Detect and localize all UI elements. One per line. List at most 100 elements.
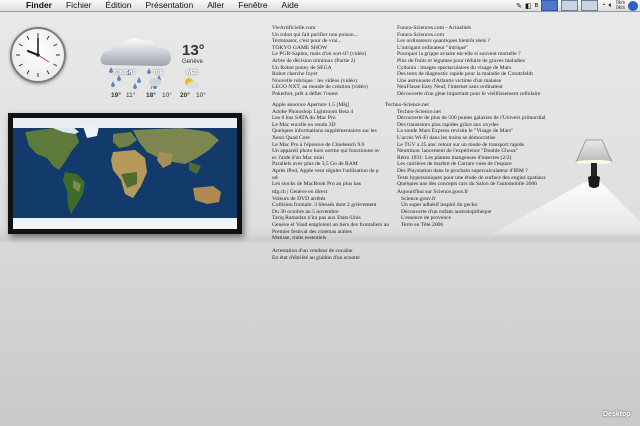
list-item[interactable]: VieArtificielle.com	[272, 25, 368, 32]
list-item[interactable]: Des transistors plus rapides grâce aux o…	[385, 122, 546, 129]
menu-extras: ✎ ◧ ʙ ◔ 🔈︎ 0k/s 0k/s	[516, 0, 638, 11]
list-item[interactable]: Collision frontale: 3 blessés dont 2 gri…	[272, 202, 389, 209]
network-activity-icon[interactable]: 0k/s 0k/s	[615, 0, 625, 11]
current-temperature: 13°	[182, 42, 205, 59]
network-tx: 0k/s	[615, 4, 625, 11]
list-item[interactable]: L'accès Wi-Fi dans les trains se démocra…	[385, 135, 546, 142]
menu-aide[interactable]: Aide	[275, 0, 306, 11]
list-item[interactable]: Parallels avec plus de 3,5 Go de RAM	[272, 161, 380, 168]
list-item[interactable]: Apple annonce Aperture 1.5 [Màj]	[272, 102, 380, 109]
list-item[interactable]: Pourquoi la grippe aviaire est-elle si s…	[397, 51, 540, 58]
list-item[interactable]: Arrestation d'un vendeur de cocaïne	[272, 248, 389, 255]
list-item[interactable]: Techno-Science.net	[385, 102, 546, 109]
forecast-high-1: 19°	[111, 92, 121, 99]
list-item[interactable]: Les ordinateurs quantiques bientôt réels…	[397, 38, 540, 45]
time-machine-icon[interactable]: ◔	[601, 2, 605, 9]
list-item[interactable]: Matisse, traits essentiels	[272, 235, 389, 242]
list-item[interactable]: Adobe Photoshop Lightroom Beta 4	[272, 109, 380, 116]
space-3-icon[interactable]	[581, 0, 599, 11]
list-item[interactable]: Genève et Vaud emploient un tiers des fr…	[272, 222, 389, 229]
list-item[interactable]: Découverte d'un enfant australopithèque	[397, 209, 491, 216]
list-item[interactable]: Un super adhésif inspiré du gecko	[397, 202, 491, 209]
list-item[interactable]: Les stocks de MacBook Pro au plus bas	[272, 181, 380, 188]
bluetooth-icon[interactable]: ʙ	[535, 2, 539, 9]
list-item[interactable]: Futura-Sciences.com - Actualités	[397, 25, 540, 32]
list-item[interactable]: Rétro 1931: Les plantes mangeuses d'inse…	[385, 155, 546, 162]
expose-icon[interactable]: ◧	[525, 2, 532, 10]
world-map-image	[13, 118, 237, 229]
menu-finder[interactable]: Finder	[19, 0, 59, 11]
forecast-low-3: 10°	[196, 92, 206, 99]
forecast-day-1: TONIGHT	[113, 70, 136, 76]
list-item[interactable]: NeuFlasse Easy Neuf, l'internet sans ord…	[397, 84, 540, 91]
list-item[interactable]: Quelques informations supplémentaires su…	[272, 128, 380, 135]
list-item[interactable]: Le TGV a 25 ans: retour sur un mode de t…	[385, 142, 546, 149]
news-feed-techno-science: Techno-Science.net Techno-Science.net Dé…	[385, 102, 546, 188]
list-item[interactable]: En état d'ébriété au guidon d'un scooter	[272, 255, 389, 262]
list-item[interactable]: La sonde Mars Express revisite le "Visag…	[385, 128, 546, 135]
list-item[interactable]: Tests hypersoniques pour une étude de su…	[385, 175, 546, 182]
lamp-light-beam	[492, 182, 640, 234]
list-item[interactable]: Plus de fruits et légumes pour réduire d…	[397, 58, 540, 65]
menu-aller[interactable]: Aller	[200, 0, 231, 11]
rain-drops-icon	[109, 67, 161, 89]
list-item[interactable]: L'essence de provence	[397, 215, 491, 222]
list-item[interactable]: Tariq Ramadan n'ira pas aux Etats-Unis	[272, 215, 389, 222]
list-item[interactable]: tdg.ch | Genève en direct	[272, 189, 389, 196]
desktop-label: Desktop	[603, 411, 631, 418]
list-item[interactable]: Aujourd'hui sur Science.gouv.fr	[397, 189, 491, 196]
clock-face-icon	[16, 33, 60, 77]
wall-lamp-icon	[575, 139, 613, 188]
forecast-low-2: 10°	[162, 92, 172, 99]
list-item[interactable]: Après iPod, Apple veut réguler l'utilisa…	[272, 168, 380, 175]
space-2-icon[interactable]	[561, 0, 579, 11]
list-item[interactable]: Les carrières de marbre de Carrare vues …	[385, 161, 546, 168]
list-item[interactable]: Robot cherche foyer	[272, 71, 368, 78]
list-item[interactable]: Xeon Quad Core	[272, 135, 380, 142]
list-item[interactable]: L'intrigant ordinateur "intriqué"	[397, 45, 540, 52]
list-item[interactable]: Des tests de diagnostic rapide pour la m…	[397, 71, 540, 78]
space-1-icon[interactable]	[541, 0, 559, 11]
menu-bar: Finder Fichier Édition Présentation Alle…	[0, 0, 640, 12]
list-item[interactable]: Premier festival des cinémas arabes	[272, 229, 389, 236]
list-item[interactable]: Des Playstation dans le prochain superca…	[385, 168, 546, 175]
floor	[0, 237, 640, 426]
spotlight-icon[interactable]	[628, 0, 638, 11]
list-item[interactable]: Les 6 bus SATA du Mac Pro	[272, 115, 380, 122]
list-item[interactable]: Arbre de décision minimax (Partie 2)	[272, 58, 368, 65]
volume-icon[interactable]: 🔈︎	[609, 2, 613, 10]
menu-edition[interactable]: Édition	[99, 0, 139, 11]
forecast-high-3: 20°	[180, 92, 190, 99]
menu-fichier[interactable]: Fichier	[59, 0, 99, 11]
list-item[interactable]: ec l'aide d'un Mac mini	[272, 155, 380, 162]
weather-widget[interactable]: 13° Genève TONIGHT TUE WED 19° 11° 18° 1…	[95, 25, 215, 100]
list-item[interactable]: Neutrinos: lancement de l'expérience "Do…	[385, 148, 546, 155]
list-item[interactable]: Découverte d'un gène important pour le v…	[397, 91, 540, 98]
list-item[interactable]: od	[272, 175, 380, 182]
world-map-icon	[13, 118, 237, 229]
list-item[interactable]: Terre en Tête 2006	[397, 222, 491, 229]
list-item[interactable]: Un appareil photo hors norme qui fonctio…	[272, 148, 380, 155]
rain-small-icon	[149, 78, 161, 90]
list-item[interactable]: Pokerbot, prêt à défier l'ouest	[272, 91, 368, 98]
list-item[interactable]: Du 30 octobre au 5 novembre	[272, 209, 389, 216]
list-item[interactable]: Techno-Science.net	[385, 109, 546, 116]
list-item[interactable]: Futura-Sciences.com	[397, 32, 540, 39]
list-item[interactable]: Le PGR-Sapien, mais d'où sort-il? (vidéo…	[272, 51, 368, 58]
script-icon[interactable]: ✎	[516, 2, 522, 10]
news-feed-vieartificielle: VieArtificielle.com Un robot qui fait pu…	[272, 25, 368, 98]
menu-fenetre[interactable]: Fenêtre	[231, 0, 274, 11]
list-item[interactable]: Terminator, c'est pour de vrai...	[272, 38, 368, 45]
list-item[interactable]: Découverte de plus de 500 jeunes galaxie…	[385, 115, 546, 122]
news-feed-science-gouv: Aujourd'hui sur Science.gouv.fr Science.…	[397, 189, 491, 229]
list-item[interactable]: Quelques uns des concepts cars du Salon …	[385, 181, 546, 188]
list-item[interactable]	[272, 242, 389, 249]
news-feed-tdg: tdg.ch | Genève en direct Voleurs de DVD…	[272, 189, 389, 262]
list-item[interactable]: LEGO NXT, au monde de création (vidéo)	[272, 84, 368, 91]
menu-presentation[interactable]: Présentation	[139, 0, 201, 11]
forecast-high-2: 18°	[146, 92, 156, 99]
clock-widget[interactable]	[10, 27, 66, 83]
list-item[interactable]: Un robot qui fait purifier non poison...	[272, 32, 368, 39]
partly-sunny-icon	[185, 78, 199, 89]
weather-city: Genève	[182, 59, 204, 65]
